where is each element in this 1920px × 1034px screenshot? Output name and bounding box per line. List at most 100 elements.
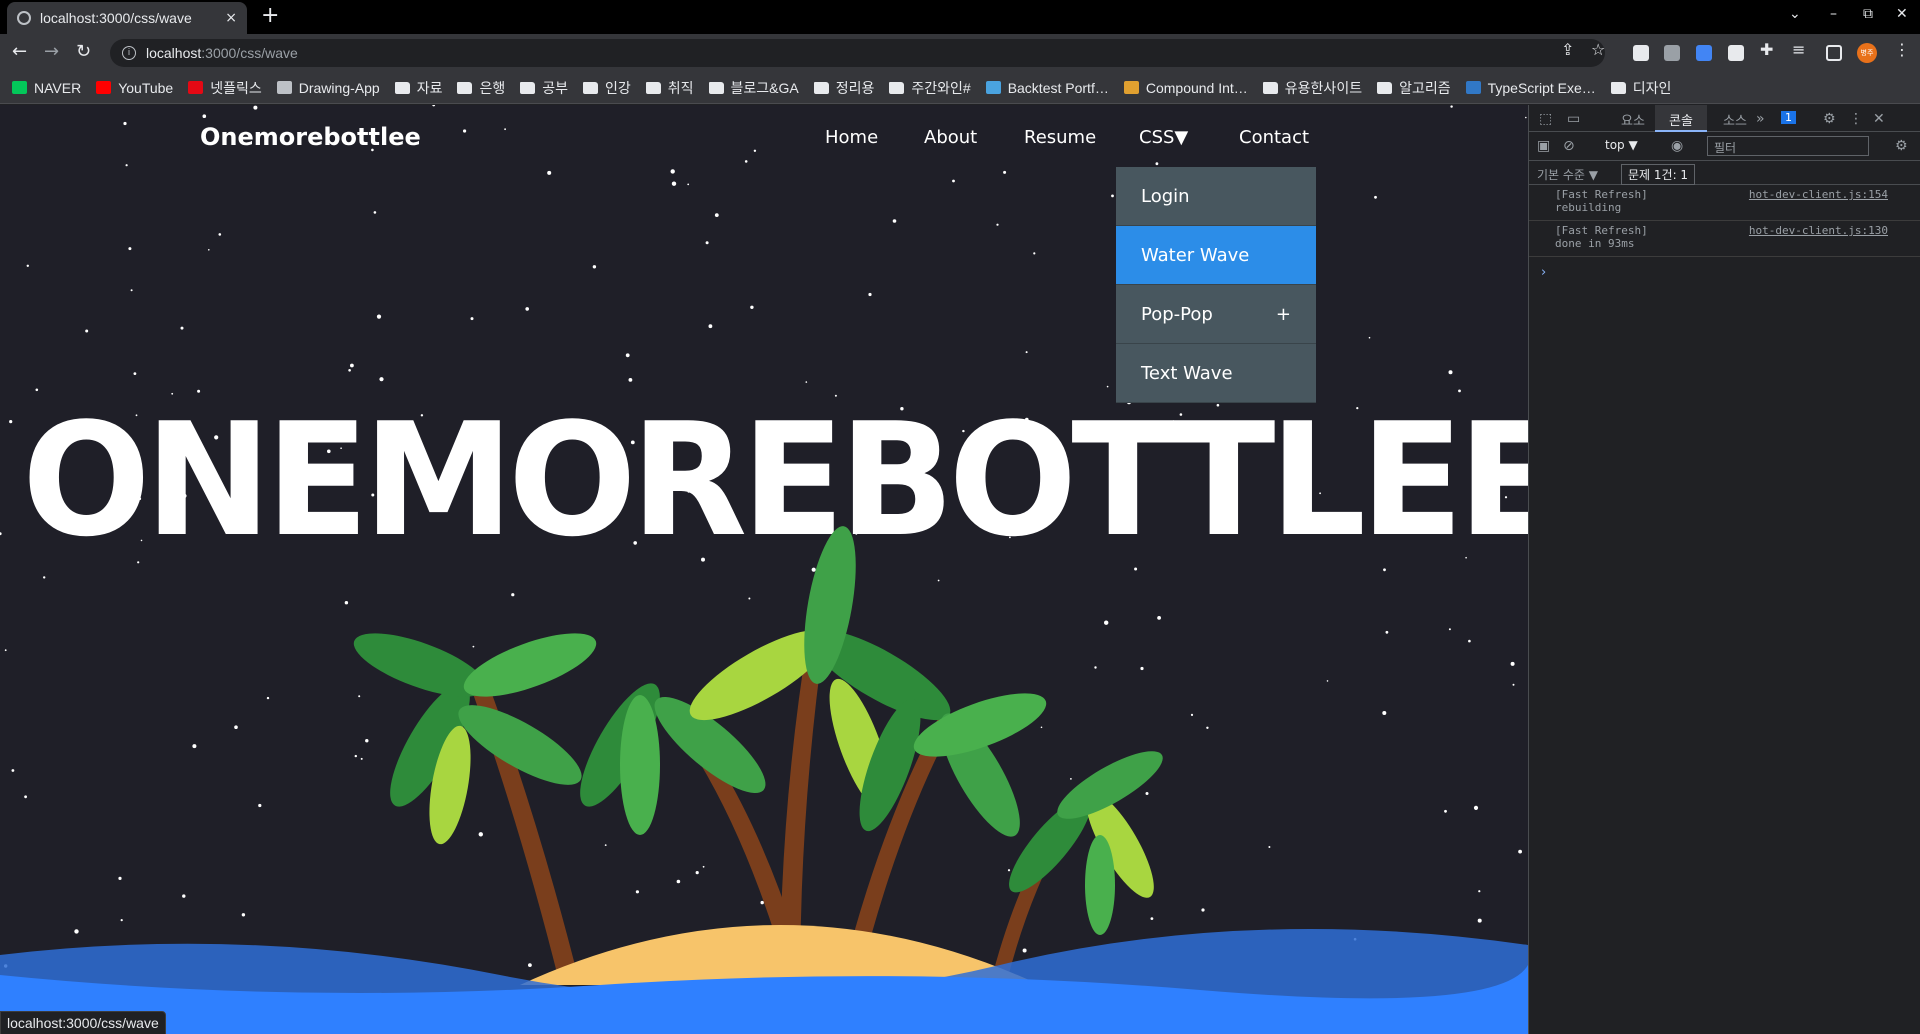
log-levels-dropdown[interactable]: 기본 수준 ▼ <box>1537 166 1598 183</box>
back-arrow-icon[interactable]: ← <box>12 42 27 62</box>
tab-sources[interactable]: 소스 <box>1723 110 1747 129</box>
bookmark-item[interactable]: 넷플릭스 <box>188 78 262 98</box>
bookmark-label: NAVER <box>34 79 82 96</box>
gear-icon[interactable]: ⚙ <box>1823 111 1836 127</box>
tab-console[interactable]: 콘솔 <box>1655 105 1707 132</box>
folder-icon <box>813 81 829 94</box>
bookmark-item[interactable]: 디자인 <box>1610 78 1672 98</box>
log-source-link[interactable]: hot-dev-client.js:154 <box>1749 188 1888 201</box>
issues-badge[interactable]: 1 <box>1781 111 1796 124</box>
gear-icon[interactable]: ⚙ <box>1895 138 1908 154</box>
site-icon <box>985 81 1001 94</box>
log-source-link[interactable]: hot-dev-client.js:130 <box>1749 224 1888 237</box>
extension-icon[interactable] <box>1728 45 1744 61</box>
bookmark-item[interactable]: 인강 <box>582 78 631 98</box>
bookmark-item[interactable]: 은행 <box>457 78 505 98</box>
bookmark-item[interactable]: Drawing-App <box>276 80 380 96</box>
naver-icon <box>12 81 27 94</box>
bookmark-label: 블로그&GA <box>730 79 799 96</box>
bookmark-item[interactable]: 취직 <box>645 78 694 98</box>
context-selector[interactable]: top ▼ <box>1605 138 1638 152</box>
bookmark-star-icon[interactable]: ☆ <box>1591 40 1605 59</box>
url-path: :3000/css/wave <box>201 45 298 61</box>
bookmark-item[interactable]: TypeScript Exe… <box>1465 79 1596 96</box>
close-icon[interactable]: ✕ <box>1873 111 1885 127</box>
bookmark-label: 취직 <box>667 79 694 96</box>
eye-icon[interactable]: ◉ <box>1671 138 1683 154</box>
browser-toolbar: ← → ↻ i localhost :3000/css/wave ⇪ ☆ ✚ ≡… <box>0 34 1920 72</box>
close-window-button[interactable]: ✕ <box>1896 6 1908 22</box>
bookmark-item[interactable]: 블로그&GA <box>708 78 799 98</box>
folder-icon <box>1610 81 1626 94</box>
folder-icon <box>645 81 661 94</box>
forward-arrow-icon[interactable]: → <box>44 42 59 62</box>
console-log-entry: [Fast Refresh] rebuilding hot-dev-client… <box>1529 185 1920 221</box>
inspect-icon[interactable]: ⬚ <box>1539 111 1552 127</box>
console-filter-input[interactable]: 필터 <box>1707 136 1869 156</box>
bookmark-label: 알고리즘 <box>1399 79 1451 96</box>
bookmark-item[interactable]: 유용한사이트 <box>1262 78 1363 98</box>
bookmark-label: Backtest Portf… <box>1007 79 1109 96</box>
bookmark-label: 자료 <box>416 79 443 96</box>
side-panel-icon[interactable] <box>1826 45 1842 61</box>
tab-search-icon[interactable]: ⌄ <box>1789 6 1801 22</box>
address-bar[interactable]: i localhost :3000/css/wave <box>110 39 1605 67</box>
puzzle-icon[interactable]: ✚ <box>1760 40 1773 59</box>
kebab-menu-icon[interactable]: ⋮ <box>1849 111 1863 127</box>
browser-tab[interactable]: localhost:3000/css/wave × <box>7 2 247 34</box>
folder-icon <box>889 81 905 94</box>
typescript-icon <box>1465 81 1481 94</box>
youtube-icon <box>96 81 112 94</box>
extension-icon[interactable] <box>1633 45 1649 61</box>
more-tabs-icon[interactable]: » <box>1756 111 1765 127</box>
bookmark-label: 은행 <box>479 79 506 96</box>
device-toolbar-icon[interactable]: ▭ <box>1567 111 1580 127</box>
minimize-button[interactable]: – <box>1830 6 1837 22</box>
reload-icon[interactable]: ↻ <box>76 42 91 62</box>
page-viewport: Onemorebottlee Home About Resume CSS▼ Co… <box>0 105 1528 1034</box>
restore-button[interactable]: ⧉ <box>1863 6 1873 22</box>
site-info-icon[interactable]: i <box>122 46 136 60</box>
bookmark-label: 정리용 <box>835 79 875 96</box>
bookmark-label: 공부 <box>542 79 568 96</box>
bookmark-item[interactable]: YouTube <box>96 80 173 96</box>
bookmark-label: 유용한사이트 <box>1284 79 1363 96</box>
bookmark-item[interactable]: 주간와인# <box>889 78 971 98</box>
avatar[interactable]: 병주 <box>1857 43 1877 63</box>
url-host: localhost <box>146 45 202 61</box>
log-message: [Fast Refresh] rebuilding <box>1555 188 1648 214</box>
translate-icon[interactable] <box>1696 45 1712 61</box>
bookmark-item[interactable]: 자료 <box>394 78 443 98</box>
folder-icon <box>457 81 473 94</box>
bookmark-label: Compound Int… <box>1145 79 1248 96</box>
share-icon[interactable]: ⇪ <box>1561 40 1574 59</box>
kebab-menu-icon[interactable]: ⋮ <box>1894 40 1910 59</box>
bookmark-label: 디자인 <box>1632 79 1672 96</box>
bookmark-item[interactable]: 공부 <box>520 78 568 98</box>
bookmark-item[interactable]: Compound Int… <box>1123 79 1248 96</box>
extension-icon[interactable] <box>1664 45 1680 61</box>
tab-elements[interactable]: 요소 <box>1621 110 1645 129</box>
log-message: [Fast Refresh] done in 93ms <box>1555 224 1648 250</box>
devtools-panel: ⬚ ▭ 요소 콘솔 소스 » 1 ⚙ ⋮ ✕ ▣ ⊘ top ▼ ◉ 필터 ⚙ … <box>1528 105 1920 1034</box>
bookmark-label: 인강 <box>604 79 631 96</box>
console-prompt[interactable]: › <box>1541 265 1546 280</box>
bookmark-label: 넷플릭스 <box>210 79 262 96</box>
issues-button[interactable]: 문제 1건: 1 <box>1621 164 1696 185</box>
clear-console-icon[interactable]: ⊘ <box>1563 138 1575 154</box>
bookmark-item[interactable]: NAVER <box>12 80 81 96</box>
tab-close-icon[interactable]: × <box>225 10 237 26</box>
globe-icon <box>276 81 292 94</box>
bookmark-item[interactable]: Backtest Portf… <box>985 79 1109 96</box>
bookmark-item[interactable]: 알고리즘 <box>1377 78 1451 98</box>
folder-icon <box>394 81 410 94</box>
media-icon[interactable]: ≡ <box>1792 40 1805 59</box>
bookmark-label: TypeScript Exe… <box>1487 79 1596 96</box>
bookmark-item[interactable]: 정리용 <box>813 78 875 98</box>
console-toolbar: ▣ ⊘ top ▼ ◉ 필터 ⚙ <box>1529 132 1920 161</box>
new-tab-button[interactable]: + <box>261 5 279 27</box>
folder-icon <box>1262 81 1278 94</box>
globe-icon <box>17 11 31 25</box>
sidebar-toggle-icon[interactable]: ▣ <box>1537 138 1550 154</box>
folder-icon <box>708 81 724 94</box>
